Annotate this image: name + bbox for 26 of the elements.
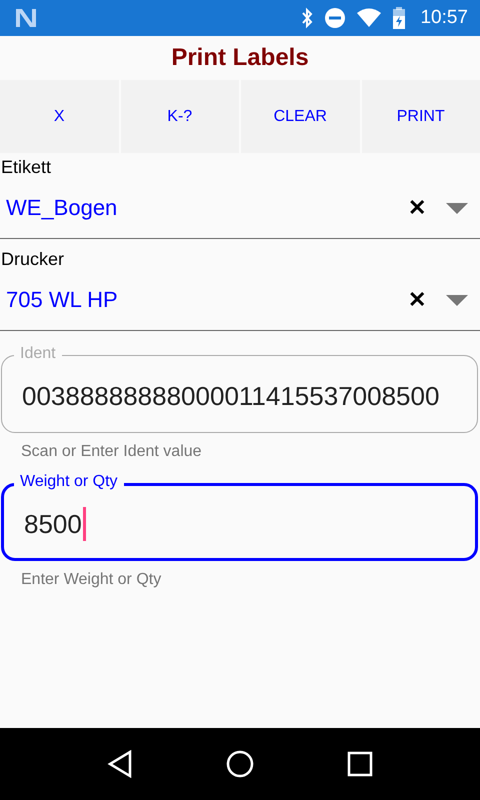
page-title: Print Labels (171, 44, 309, 72)
notification-logo-icon (14, 6, 38, 30)
dropdown-arrow-icon[interactable] (446, 202, 468, 214)
battery-icon (392, 7, 406, 29)
toolbar-button[interactable]: X (0, 80, 118, 153)
clock-time: 10:57 (420, 7, 468, 29)
wifi-icon (356, 8, 382, 28)
do-not-disturb-icon (324, 7, 346, 29)
bluetooth-icon (300, 7, 314, 29)
field-label: Drucker (0, 248, 64, 270)
field-label: Weight or Qty (14, 472, 124, 492)
dropdown-field[interactable]: 705 WL HP ✕ (0, 270, 480, 331)
dropdown-arrow-icon[interactable] (446, 294, 468, 306)
home-icon[interactable] (226, 750, 254, 778)
recents-icon[interactable] (347, 751, 374, 777)
dropdown-field[interactable]: WE_Bogen ✕ (0, 178, 480, 239)
toolbar-button[interactable]: K-? (120, 80, 239, 153)
clear-icon[interactable]: ✕ (408, 195, 426, 221)
back-icon[interactable] (106, 750, 133, 778)
text-cursor (82, 507, 86, 541)
clear-icon[interactable]: ✕ (408, 287, 426, 313)
helper-text: Enter Weight or Qty (21, 571, 162, 589)
field-label: Etikett (0, 156, 52, 178)
toolbar-button[interactable]: CLEAR (241, 80, 360, 153)
toolbar-button[interactable]: PRINT (362, 80, 480, 153)
helper-text: Scan or Enter Ident value (21, 443, 202, 461)
